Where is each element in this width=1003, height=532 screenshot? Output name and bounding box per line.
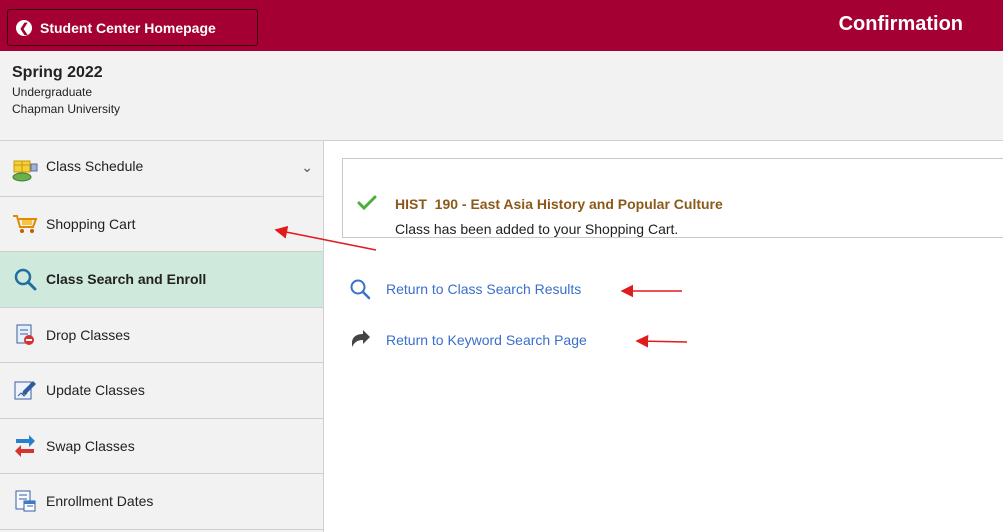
header-bar: ❮ Student Center Homepage Confirmation [0, 0, 1003, 51]
link-label[interactable]: Return to Keyword Search Page [386, 332, 587, 348]
term-name: Spring 2022 [12, 64, 103, 81]
swap-classes-icon [12, 433, 38, 459]
search-icon [348, 277, 372, 301]
student-center-homepage-button[interactable]: ❮ Student Center Homepage [7, 9, 258, 46]
sidebar-item-shopping-cart[interactable]: Shopping Cart [0, 197, 323, 252]
sidebar-item-label: Class Search and Enroll [46, 271, 207, 288]
return-arrow-icon [348, 328, 372, 352]
confirmation-message: Class has been added to your Shopping Ca… [395, 221, 679, 237]
chevron-down-icon[interactable]: ⌄ [301, 159, 313, 176]
chevron-left-icon: ❮ [16, 19, 32, 36]
sidebar-item-class-schedule[interactable]: Class Schedule ⌄ [0, 141, 323, 197]
sidebar-item-label: Swap Classes [46, 437, 135, 454]
update-classes-icon [12, 377, 38, 403]
term-info: Spring 2022 Undergraduate Chapman Univer… [0, 51, 1003, 141]
sidebar-item-label: Enrollment Dates [46, 493, 154, 510]
drop-classes-icon [12, 322, 38, 348]
term-institution: Chapman University [12, 102, 121, 116]
return-to-keyword-search-page-link[interactable]: Return to Keyword Search Page [348, 328, 587, 352]
sidebar-nav: Class Schedule ⌄ Shopping Cart Class Sea… [0, 141, 324, 532]
class-title: HIST 190 - East Asia History and Popular… [395, 196, 723, 212]
term-career: Undergraduate [12, 85, 93, 99]
sidebar-item-label: Update Classes [46, 382, 145, 399]
checkmark-icon [357, 195, 377, 216]
return-to-class-search-results-link[interactable]: Return to Class Search Results [348, 277, 581, 301]
page-title: Confirmation [838, 13, 963, 35]
sidebar-item-label: Shopping Cart [46, 215, 136, 232]
class-schedule-icon [12, 158, 38, 184]
sidebar-item-drop-classes[interactable]: Drop Classes [0, 308, 323, 363]
main-content: HIST 190 - East Asia History and Popular… [325, 141, 1003, 532]
sidebar-item-class-search-and-enroll[interactable]: Class Search and Enroll [0, 252, 323, 308]
confirmation-box: HIST 190 - East Asia History and Popular… [342, 158, 1003, 238]
back-button-label: Student Center Homepage [40, 19, 216, 36]
sidebar-item-label: Drop Classes [46, 326, 131, 343]
enrollment-dates-icon [12, 488, 38, 514]
search-icon [12, 266, 38, 292]
link-label[interactable]: Return to Class Search Results [386, 281, 581, 297]
sidebar-item-label: Class Schedule [46, 158, 144, 174]
sidebar-item-update-classes[interactable]: Update Classes [0, 363, 323, 419]
shopping-cart-icon [12, 211, 38, 237]
sidebar-item-swap-classes[interactable]: Swap Classes [0, 419, 323, 474]
sidebar-item-enrollment-dates[interactable]: Enrollment Dates [0, 474, 323, 530]
